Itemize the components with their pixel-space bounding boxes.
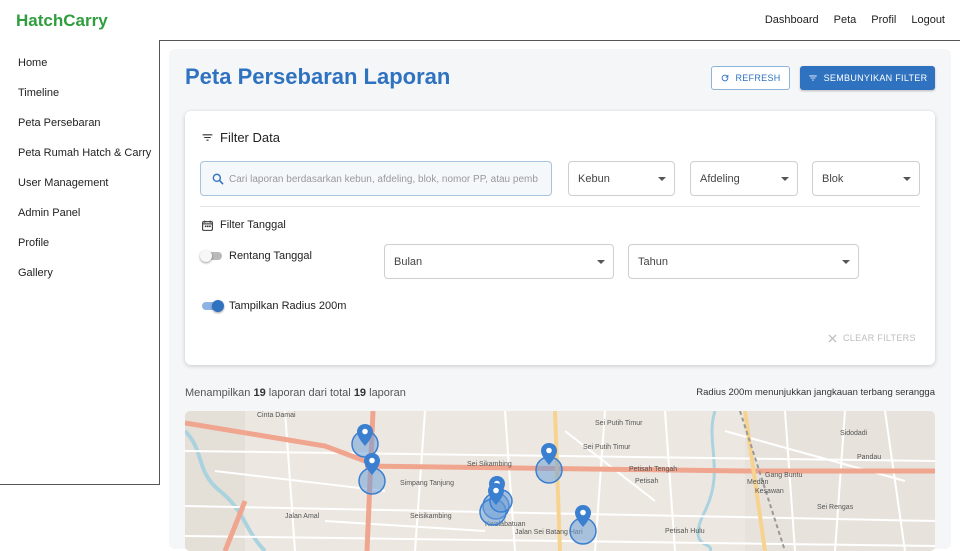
nav-dashboard[interactable]: Dashboard: [765, 14, 819, 26]
tahun-select-label: Tahun: [638, 256, 668, 268]
search-input[interactable]: [229, 171, 547, 187]
toggle-knob: [200, 250, 212, 262]
hide-filter-label: SEMBUNYIKAN FILTER: [823, 73, 928, 83]
radius-toggle-label: Tampilkan Radius 200m: [229, 300, 347, 312]
summary-middle: laporan dari total: [268, 387, 351, 399]
map-label: Medan: [747, 479, 769, 486]
chevron-down-icon: [903, 177, 911, 181]
kebun-select-label: Kebun: [578, 173, 610, 185]
top-navbar: HatchCarry Dashboard Peta Profil Logout: [0, 0, 960, 41]
kebun-select[interactable]: Kebun: [568, 161, 675, 196]
radius-toggle[interactable]: [200, 300, 224, 312]
date-range-label: Rentang Tanggal: [229, 250, 312, 262]
sidebar-item-peta-rumah[interactable]: Peta Rumah Hatch & Carry: [18, 147, 151, 159]
result-summary: Menampilkan 19 laporan dari total 19 lap…: [185, 387, 406, 399]
map-label: Sei Sikambing: [467, 461, 512, 468]
map-label: Petisah Hulu: [665, 528, 705, 535]
date-range-toggle[interactable]: [200, 250, 224, 262]
hide-filter-button[interactable]: SEMBUNYIKAN FILTER: [800, 66, 935, 90]
afdeling-select[interactable]: Afdeling: [690, 161, 798, 196]
clear-filters-label: CLEAR FILTERS: [843, 333, 916, 343]
calendar-icon: [202, 220, 213, 231]
bulan-select-label: Bulan: [394, 256, 423, 268]
report-map[interactable]: Cinta Damai Sei Sikambing Simpang Tanjun…: [185, 411, 935, 551]
map-label: Simpang Tanjung: [400, 480, 454, 487]
blok-select-label: Blok: [822, 173, 844, 185]
map-label: Gang Buntu: [765, 472, 802, 479]
filter-list-icon: [202, 134, 213, 141]
map-label: Seisikambing: [410, 513, 452, 520]
map-label: Sidodadi: [840, 430, 868, 437]
top-nav-links: Dashboard Peta Profil Logout: [765, 14, 945, 26]
close-icon: [828, 333, 837, 343]
refresh-button[interactable]: REFRESH: [711, 66, 790, 90]
map-label: Pandau: [857, 454, 881, 461]
radius-note: Radius 200m menunjukkan jangkauan terban…: [696, 387, 935, 398]
sidebar: Home Timeline Peta Persebaran Peta Rumah…: [0, 40, 160, 485]
filter-title: Filter Data: [220, 130, 280, 145]
map-label: Cinta Damai: [257, 412, 296, 419]
sidebar-item-admin-panel[interactable]: Admin Panel: [18, 207, 80, 219]
map-label: Sei Putih Timur: [595, 420, 643, 427]
sidebar-item-home[interactable]: Home: [18, 57, 47, 69]
chevron-down-icon: [842, 260, 850, 264]
nav-peta[interactable]: Peta: [834, 14, 857, 26]
sidebar-item-timeline[interactable]: Timeline: [18, 87, 59, 99]
filter-list-icon: [808, 75, 817, 81]
chevron-down-icon: [781, 177, 789, 181]
date-filter-title: Filter Tanggal: [220, 219, 286, 231]
summary-total-count: 19: [353, 387, 367, 399]
main-content: Peta Persebaran Laporan REFRESH SEMBUNYI…: [169, 49, 951, 551]
refresh-label: REFRESH: [735, 73, 781, 83]
brand-logo[interactable]: HatchCarry: [16, 11, 108, 31]
divider: [200, 206, 920, 207]
nav-profil[interactable]: Profil: [871, 14, 896, 26]
search-icon: [212, 173, 224, 185]
map-label: Jalan Amal: [285, 513, 320, 520]
bulan-select[interactable]: Bulan: [384, 244, 614, 279]
search-field[interactable]: [200, 161, 552, 196]
map-label: Kesawan: [755, 488, 784, 495]
map-label: Sei Putih Timur: [583, 444, 631, 451]
chevron-down-icon: [658, 177, 666, 181]
summary-suffix: laporan: [369, 387, 406, 399]
sidebar-item-user-management[interactable]: User Management: [18, 177, 109, 189]
refresh-icon: [722, 74, 729, 82]
toggle-knob: [212, 300, 224, 312]
map-canvas[interactable]: Cinta Damai Sei Sikambing Simpang Tanjun…: [185, 411, 935, 551]
summary-shown-count: 19: [253, 387, 266, 399]
sidebar-item-profile[interactable]: Profile: [18, 237, 49, 249]
filter-card: Filter Data Kebun Afdeling Blok: [185, 111, 935, 365]
nav-logout[interactable]: Logout: [911, 14, 945, 26]
map-label: Sei Rengas: [817, 504, 854, 511]
sidebar-item-gallery[interactable]: Gallery: [18, 267, 53, 279]
tahun-select[interactable]: Tahun: [628, 244, 859, 279]
summary-prefix: Menampilkan: [185, 387, 251, 399]
blok-select[interactable]: Blok: [812, 161, 920, 196]
chevron-down-icon: [597, 260, 605, 264]
map-label: Petisah Tengah: [629, 466, 677, 473]
afdeling-select-label: Afdeling: [700, 173, 740, 185]
map-label: Petisah: [635, 478, 658, 485]
sidebar-item-peta-persebaran[interactable]: Peta Persebaran: [18, 117, 101, 129]
page-title: Peta Persebaran Laporan: [185, 64, 451, 89]
clear-filters-button[interactable]: CLEAR FILTERS: [828, 333, 916, 343]
